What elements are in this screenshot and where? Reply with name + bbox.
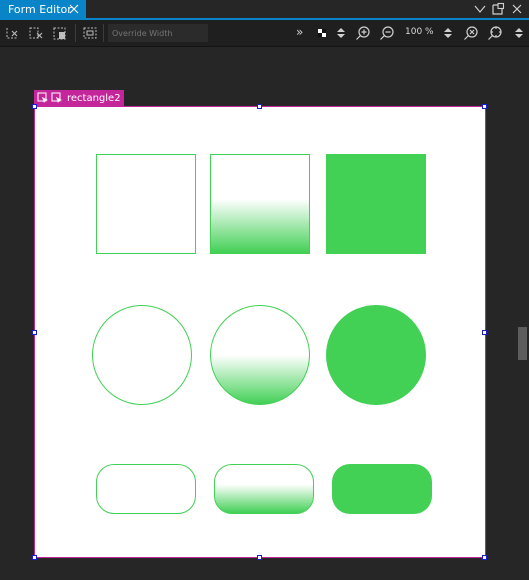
reset-position-icon[interactable] bbox=[5, 25, 21, 41]
fit-selection-icon[interactable] bbox=[82, 25, 98, 41]
toolbar: » 100 % bbox=[0, 20, 529, 47]
shape-circle-gradient[interactable] bbox=[210, 305, 310, 405]
spin-arrows-icon[interactable] bbox=[511, 25, 527, 41]
resize-handle-bottom-right[interactable] bbox=[482, 555, 487, 560]
shape-rounded-rectangle-gradient[interactable] bbox=[214, 464, 314, 514]
scrollbar-thumb[interactable] bbox=[518, 327, 527, 360]
toolbar-separator bbox=[75, 24, 76, 42]
shape-rectangle-gradient[interactable] bbox=[210, 154, 310, 254]
close-icon[interactable] bbox=[68, 3, 80, 15]
vertical-scrollbar[interactable] bbox=[515, 47, 529, 580]
zoom-in-icon[interactable] bbox=[355, 25, 371, 41]
zoom-to-selection-icon[interactable] bbox=[487, 25, 503, 41]
resize-handle-bottom[interactable] bbox=[257, 555, 262, 560]
override-width-input[interactable] bbox=[108, 24, 208, 42]
tab-title: Form Editor bbox=[8, 3, 72, 16]
zoom-value[interactable]: 100 % bbox=[405, 27, 434, 37]
spin-arrows-icon[interactable] bbox=[440, 25, 456, 41]
shape-circle-outline[interactable] bbox=[92, 305, 192, 405]
spin-arrows-icon[interactable] bbox=[333, 25, 349, 41]
toolbar-overflow-button[interactable]: » bbox=[296, 25, 303, 39]
form-root-rectangle[interactable] bbox=[35, 107, 485, 558]
shape-rectangle-filled[interactable] bbox=[326, 154, 426, 254]
selected-item-id: rectangle2 bbox=[67, 93, 121, 104]
resize-handle-top-left[interactable] bbox=[32, 104, 37, 109]
tab-bar: Form Editor bbox=[0, 0, 529, 20]
resize-handle-left[interactable] bbox=[32, 330, 37, 335]
select-item-icon[interactable] bbox=[51, 92, 63, 104]
zoom-to-fit-icon[interactable] bbox=[463, 25, 479, 41]
shape-rectangle-outline[interactable] bbox=[96, 154, 196, 254]
resize-handle-top[interactable] bbox=[257, 104, 262, 109]
tab-form-editor[interactable]: Form Editor bbox=[0, 0, 86, 19]
selected-item-label[interactable]: rectangle2 bbox=[34, 90, 124, 107]
select-item-icon[interactable] bbox=[37, 92, 49, 104]
resize-handle-bottom-left[interactable] bbox=[32, 555, 37, 560]
reset-size-icon[interactable] bbox=[28, 25, 44, 41]
resize-handle-right[interactable] bbox=[482, 330, 487, 335]
shape-circle-filled[interactable] bbox=[326, 305, 426, 405]
chevron-down-icon[interactable] bbox=[473, 2, 487, 16]
shape-rounded-rectangle-filled[interactable] bbox=[332, 464, 432, 514]
anchor-icon[interactable] bbox=[52, 25, 68, 41]
toolbar-separator bbox=[103, 24, 104, 42]
shape-rounded-rectangle-outline[interactable] bbox=[96, 464, 196, 514]
background-color-icon[interactable] bbox=[314, 25, 330, 41]
resize-handle-top-right[interactable] bbox=[482, 104, 487, 109]
close-icon[interactable] bbox=[510, 2, 524, 16]
detach-icon[interactable] bbox=[491, 2, 505, 16]
zoom-out-icon[interactable] bbox=[379, 25, 395, 41]
